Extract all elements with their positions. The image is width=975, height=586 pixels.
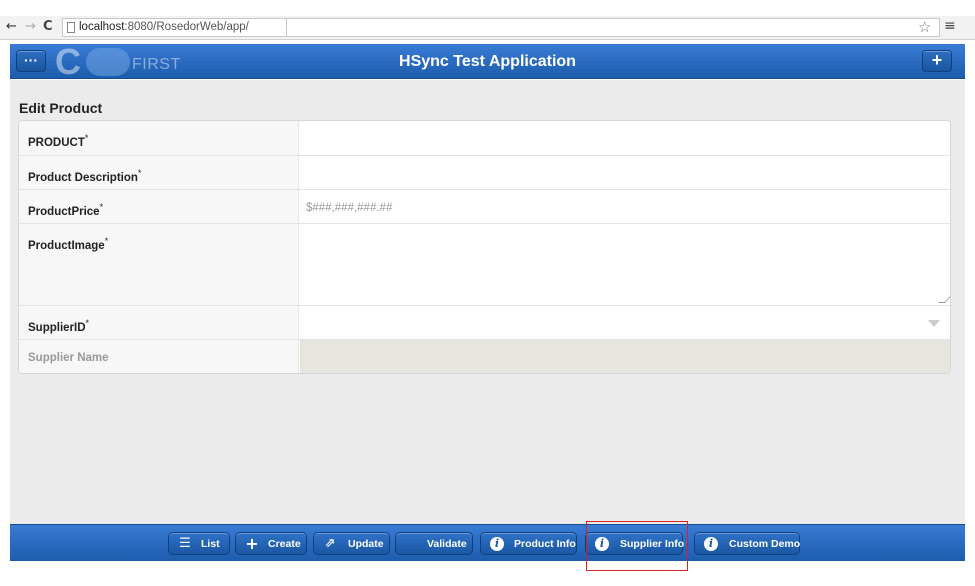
product-input[interactable] <box>300 121 950 155</box>
supplier-name-label: Supplier Name <box>19 340 299 373</box>
list-icon: ☰ <box>179 536 191 551</box>
edit-product-form: PRODUCT* Product Description* ProductPri… <box>18 120 951 374</box>
supplier-id-row: SupplierID* <box>19 306 950 340</box>
forward-arrow-icon[interactable]: → <box>25 19 36 34</box>
highlight-box <box>586 521 688 571</box>
supplier-name-field <box>300 340 950 373</box>
chevron-down-icon[interactable] <box>928 320 940 327</box>
url-path: :8080/RosedorWeb/app/ <box>124 21 249 33</box>
reload-icon[interactable]: C <box>43 19 53 34</box>
image-label: ProductImage* <box>19 224 299 305</box>
price-row: ProductPrice* $###,###,###.## <box>19 190 950 224</box>
address-bar-extent[interactable] <box>287 18 940 37</box>
footer-toolbar: ☰ List + Create ⇗ Update Validate i Prod… <box>10 524 965 561</box>
price-label: ProductPrice* <box>19 190 299 223</box>
custom-demo-button[interactable]: i Custom Demo <box>694 532 800 555</box>
browser-menu-icon[interactable]: ≡ <box>944 18 956 34</box>
description-label: Product Description* <box>19 156 299 189</box>
custom-demo-label: Custom Demo <box>729 538 801 550</box>
price-input[interactable]: $###,###,###.## <box>300 190 950 223</box>
image-textarea[interactable] <box>300 224 950 305</box>
create-label: Create <box>268 538 301 550</box>
product-info-label: Product Info <box>514 538 576 550</box>
description-row: Product Description* <box>19 156 950 190</box>
supplier-name-row: Supplier Name <box>19 340 950 373</box>
supplier-id-select[interactable] <box>300 306 950 339</box>
info-icon: i <box>704 537 718 551</box>
bookmark-star-icon[interactable]: ☆ <box>918 18 931 36</box>
image-row: ProductImage* <box>19 224 950 306</box>
back-arrow-icon[interactable]: ← <box>6 19 17 34</box>
product-label: PRODUCT* <box>19 121 299 155</box>
update-button[interactable]: ⇗ Update <box>313 532 390 555</box>
supplier-id-label: SupplierID* <box>19 306 299 339</box>
url-host: localhost <box>79 21 125 33</box>
page-title: Edit Product <box>19 100 103 116</box>
app-title: HSync Test Application <box>399 53 576 70</box>
list-button[interactable]: ☰ List <box>168 532 230 555</box>
update-label: Update <box>348 538 384 550</box>
add-button[interactable]: + <box>922 50 952 72</box>
product-info-button[interactable]: i Product Info <box>480 532 577 555</box>
plus-icon: + <box>245 534 259 553</box>
list-label: List <box>201 538 220 550</box>
page-icon <box>67 22 75 33</box>
share-icon: ⇗ <box>324 536 336 551</box>
app-header: ··· C FIRST HSync Test Application + <box>10 44 965 80</box>
create-button[interactable]: + Create <box>235 532 307 555</box>
validate-label: Validate <box>427 538 467 550</box>
info-icon: i <box>490 537 504 551</box>
validate-button[interactable]: Validate <box>395 532 473 555</box>
browser-toolbar: ← → C localhost:8080/RosedorWeb/app/ ☆ ≡ <box>0 16 975 40</box>
product-row: PRODUCT* <box>19 121 950 156</box>
description-input[interactable] <box>300 156 950 189</box>
address-bar[interactable]: localhost:8080/RosedorWeb/app/ <box>62 18 287 37</box>
